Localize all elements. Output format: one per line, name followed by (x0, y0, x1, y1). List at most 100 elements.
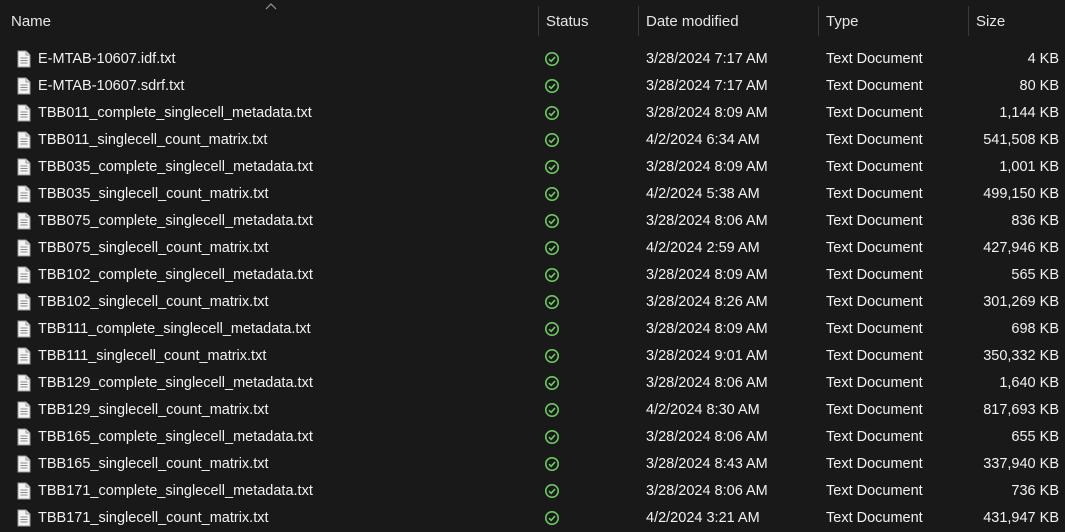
column-header-type[interactable]: Type (819, 6, 968, 36)
file-size: 541,508 KB (983, 132, 1059, 148)
file-date-modified: 3/28/2024 8:09 AM (646, 105, 768, 121)
file-name[interactable]: TBB011_singlecell_count_matrix.txt (38, 127, 267, 154)
file-size: 427,946 KB (983, 240, 1059, 256)
file-size: 350,332 KB (983, 348, 1059, 364)
file-row[interactable]: E-MTAB-10607.sdrf.txt 3/28/2024 7:17 AM Te… (0, 73, 1065, 100)
file-row[interactable]: TBB035_complete_singlecell_metadata.txt 3… (0, 154, 1065, 181)
file-date-modified: 3/28/2024 7:17 AM (646, 51, 768, 67)
file-row[interactable]: TBB075_singlecell_count_matrix.txt 4/2/20… (0, 235, 1065, 262)
file-type: Text Document (826, 186, 923, 202)
file-date-modified: 3/28/2024 8:06 AM (646, 213, 768, 229)
text-document-icon (17, 320, 31, 338)
file-row[interactable]: TBB035_singlecell_count_matrix.txt 4/2/20… (0, 181, 1065, 208)
available-check-icon (545, 484, 559, 498)
file-type: Text Document (826, 456, 923, 472)
text-document-icon (17, 266, 31, 284)
file-name[interactable]: TBB171_singlecell_count_matrix.txt (38, 505, 269, 532)
column-header-status[interactable]: Status (539, 6, 638, 36)
column-header-name[interactable]: Name (4, 6, 537, 36)
file-type: Text Document (826, 294, 923, 310)
text-document-icon (17, 77, 31, 95)
available-check-icon (545, 187, 559, 201)
file-type: Text Document (826, 348, 923, 364)
file-type: Text Document (826, 267, 923, 283)
column-header-date-modified[interactable]: Date modified (639, 6, 818, 36)
file-date-modified: 3/28/2024 8:06 AM (646, 375, 768, 391)
file-type: Text Document (826, 402, 923, 418)
file-row[interactable]: TBB171_singlecell_count_matrix.txt 4/2/20… (0, 505, 1065, 532)
text-document-icon (17, 293, 31, 311)
available-check-icon (545, 511, 559, 525)
text-document-icon (17, 185, 31, 203)
column-header-size[interactable]: Size (969, 6, 1065, 36)
available-check-icon (545, 268, 559, 282)
text-document-icon (17, 104, 31, 122)
file-name[interactable]: E-MTAB-10607.sdrf.txt (38, 73, 184, 100)
file-name[interactable]: TBB102_complete_singlecell_metadata.txt (38, 262, 313, 289)
file-date-modified: 4/2/2024 5:38 AM (646, 186, 760, 202)
file-type: Text Document (826, 105, 923, 121)
file-date-modified: 4/2/2024 6:34 AM (646, 132, 760, 148)
file-name[interactable]: TBB171_complete_singlecell_metadata.txt (38, 478, 313, 505)
text-document-icon (17, 131, 31, 149)
file-name[interactable]: TBB075_complete_singlecell_metadata.txt (38, 208, 313, 235)
file-name[interactable]: TBB035_singlecell_count_matrix.txt (38, 181, 269, 208)
available-check-icon (545, 241, 559, 255)
file-date-modified: 3/28/2024 8:09 AM (646, 267, 768, 283)
file-name[interactable]: TBB129_complete_singlecell_metadata.txt (38, 370, 313, 397)
file-row[interactable]: TBB011_singlecell_count_matrix.txt 4/2/20… (0, 127, 1065, 154)
available-check-icon (545, 295, 559, 309)
file-date-modified: 3/28/2024 9:01 AM (646, 348, 768, 364)
file-date-modified: 3/28/2024 7:17 AM (646, 78, 768, 94)
available-check-icon (545, 214, 559, 228)
file-name[interactable]: E-MTAB-10607.idf.txt (38, 46, 176, 73)
file-type: Text Document (826, 321, 923, 337)
file-row[interactable]: TBB011_complete_singlecell_metadata.txt 3… (0, 100, 1065, 127)
file-row[interactable]: TBB102_singlecell_count_matrix.txt 3/28/2… (0, 289, 1065, 316)
file-type: Text Document (826, 213, 923, 229)
file-row[interactable]: TBB129_singlecell_count_matrix.txt 4/2/20… (0, 397, 1065, 424)
file-size: 431,947 KB (983, 510, 1059, 526)
file-row[interactable]: TBB129_complete_singlecell_metadata.txt 3… (0, 370, 1065, 397)
text-document-icon (17, 347, 31, 365)
file-explorer-list: Name Status Date modified Type Size E-MT… (0, 0, 1065, 532)
file-date-modified: 3/28/2024 8:09 AM (646, 159, 768, 175)
file-row[interactable]: TBB102_complete_singlecell_metadata.txt 3… (0, 262, 1065, 289)
available-check-icon (545, 430, 559, 444)
file-row[interactable]: TBB111_singlecell_count_matrix.txt 3/28/2… (0, 343, 1065, 370)
file-row[interactable]: E-MTAB-10607.idf.txt 3/28/2024 7:17 AM Tex… (0, 46, 1065, 73)
file-row[interactable]: TBB171_complete_singlecell_metadata.txt 3… (0, 478, 1065, 505)
file-size: 698 KB (1011, 321, 1059, 337)
file-date-modified: 4/2/2024 8:30 AM (646, 402, 760, 418)
file-size: 499,150 KB (983, 186, 1059, 202)
text-document-icon (17, 482, 31, 500)
text-document-icon (17, 212, 31, 230)
file-name[interactable]: TBB111_singlecell_count_matrix.txt (38, 343, 266, 370)
file-name[interactable]: TBB011_complete_singlecell_metadata.txt (38, 100, 312, 127)
file-name[interactable]: TBB111_complete_singlecell_metadata.txt (38, 316, 311, 343)
text-document-icon (17, 50, 31, 68)
file-row[interactable]: TBB165_complete_singlecell_metadata.txt 3… (0, 424, 1065, 451)
file-name[interactable]: TBB035_complete_singlecell_metadata.txt (38, 154, 313, 181)
file-date-modified: 3/28/2024 8:26 AM (646, 294, 768, 310)
file-row[interactable]: TBB111_complete_singlecell_metadata.txt 3… (0, 316, 1065, 343)
available-check-icon (545, 106, 559, 120)
file-type: Text Document (826, 240, 923, 256)
available-check-icon (545, 52, 559, 66)
file-row[interactable]: TBB165_singlecell_count_matrix.txt 3/28/2… (0, 451, 1065, 478)
text-document-icon (17, 455, 31, 473)
file-name[interactable]: TBB165_singlecell_count_matrix.txt (38, 451, 269, 478)
file-size: 817,693 KB (983, 402, 1059, 418)
file-name[interactable]: TBB102_singlecell_count_matrix.txt (38, 289, 269, 316)
file-name[interactable]: TBB129_singlecell_count_matrix.txt (38, 397, 269, 424)
available-check-icon (545, 349, 559, 363)
file-row[interactable]: TBB075_complete_singlecell_metadata.txt 3… (0, 208, 1065, 235)
file-name[interactable]: TBB075_singlecell_count_matrix.txt (38, 235, 269, 262)
file-name[interactable]: TBB165_complete_singlecell_metadata.txt (38, 424, 313, 451)
available-check-icon (545, 403, 559, 417)
file-date-modified: 3/28/2024 8:09 AM (646, 321, 768, 337)
available-check-icon (545, 79, 559, 93)
file-size: 565 KB (1011, 267, 1059, 283)
file-date-modified: 3/28/2024 8:06 AM (646, 429, 768, 445)
file-date-modified: 3/28/2024 8:06 AM (646, 483, 768, 499)
